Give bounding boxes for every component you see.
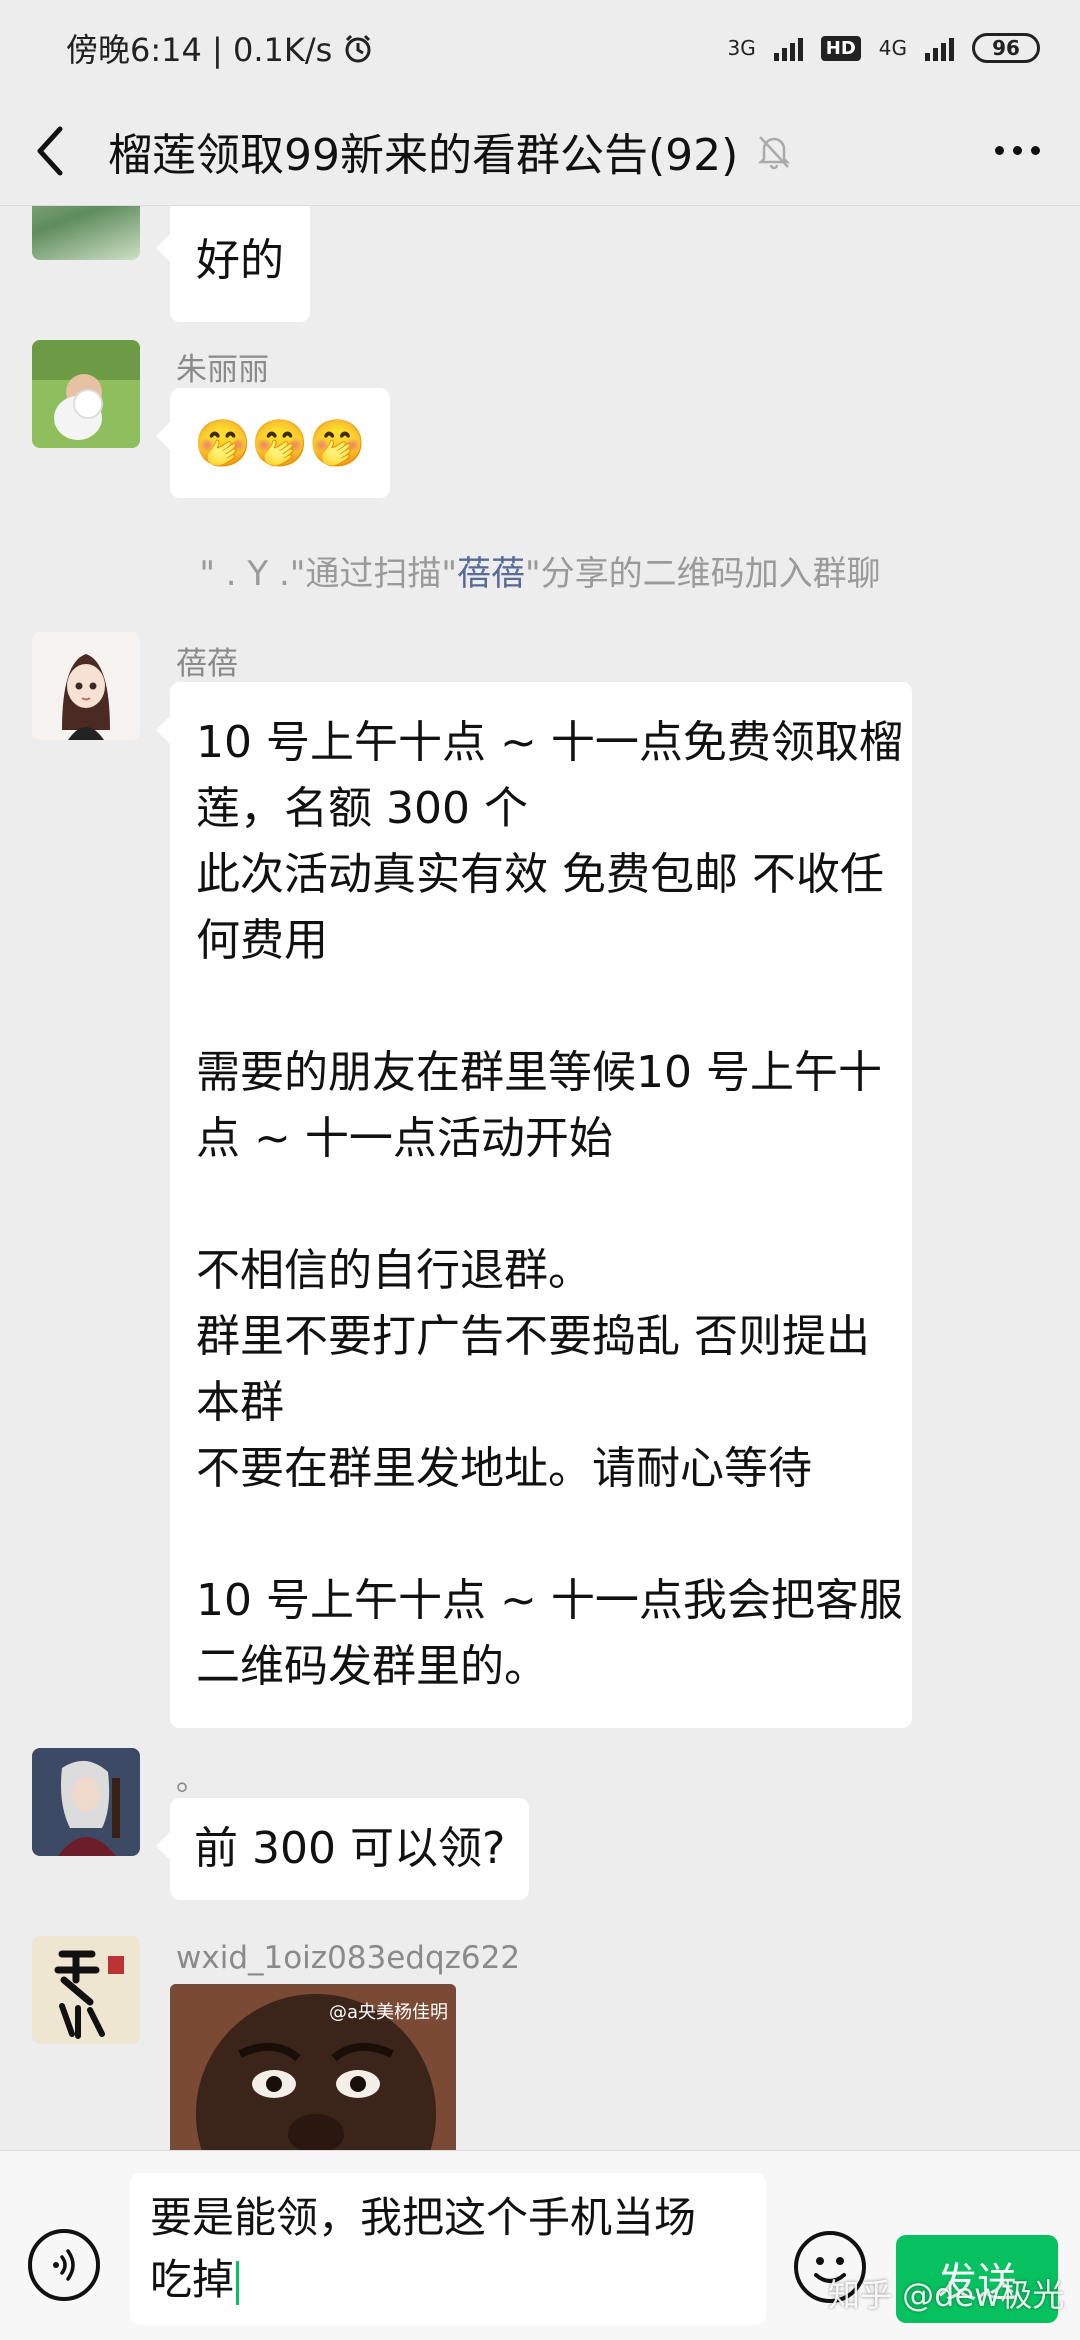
- message-line: 需要的朋友在群里等候10 号上午十: [196, 1047, 882, 1098]
- status-left: 傍晚6:14 | 0.1K/s: [66, 25, 374, 71]
- input-line-text: 吃掉: [150, 2255, 235, 2304]
- battery-level: 96: [992, 36, 1020, 60]
- status-right: 3G HD 4G 96: [728, 33, 1040, 63]
- sender-name: 朱丽丽: [176, 352, 269, 388]
- message-line: 二维码发群里的。: [196, 1641, 548, 1692]
- network-4g-label: 4G: [878, 36, 907, 60]
- message-bubble[interactable]: 10 号上午十点 ~ 十一点免费领取榴 莲，名额 300 个 此次活动真实有效 …: [156, 682, 912, 1728]
- avatar[interactable]: [32, 1748, 140, 1856]
- message-text: 🤭🤭🤭: [194, 416, 366, 470]
- avatar[interactable]: [32, 206, 140, 260]
- chat-title: 榴莲领取99新来的看群公告(92): [108, 129, 739, 181]
- battery-icon: 96: [972, 33, 1040, 63]
- chat-header: 榴莲领取99新来的看群公告(92): [0, 96, 1080, 206]
- back-icon[interactable]: [0, 96, 100, 206]
- message-line: 10 号上午十点 ~ 十一点我会把客服: [196, 1575, 903, 1626]
- sender-name: wxid_1oiz083edqz622: [176, 1940, 521, 1976]
- signal-icon: [773, 35, 803, 61]
- message-bubble[interactable]: 好的: [156, 206, 310, 322]
- watermark: 知乎 @dew极光: [828, 2276, 1065, 2314]
- message-line: 不相信的自行退群。: [196, 1245, 592, 1296]
- network-3g-label: 3G: [727, 36, 756, 60]
- message-line: 本群: [196, 1377, 284, 1428]
- chat-area[interactable]: 好的 朱丽丽 🤭🤭🤭 " . Y ."通过扫描"蓓蓓"分享的二维码加入群聊 蓓蓓…: [0, 206, 1080, 2150]
- mute-bell-icon: [758, 135, 791, 169]
- message-line: [196, 1172, 886, 1238]
- avatar[interactable]: [32, 340, 140, 448]
- system-link-name[interactable]: 蓓蓓: [457, 554, 525, 594]
- message-line: [196, 1502, 886, 1568]
- more-options-icon[interactable]: [995, 146, 1040, 155]
- image-message[interactable]: @a央美杨佳明: [170, 1984, 456, 2150]
- avatar[interactable]: [32, 632, 140, 740]
- message-line: 莲，名额 300 个: [196, 783, 528, 834]
- message-line: 点 ~ 十一点活动开始: [196, 1113, 613, 1164]
- system-message: " . Y ."通过扫描"蓓蓓"分享的二维码加入群聊: [0, 546, 1080, 595]
- hd-badge: HD: [820, 35, 861, 61]
- message-text: 前 300 可以领?: [194, 1823, 506, 1874]
- sender-name: 。: [176, 1762, 207, 1798]
- message-line: [196, 974, 886, 1040]
- system-text: "分享的二维码加入群聊: [525, 554, 881, 594]
- alarm-icon: [345, 34, 371, 63]
- message-line: 何费用: [196, 915, 328, 966]
- sender-name: 蓓蓓: [176, 646, 238, 682]
- signal-icon: [925, 35, 954, 61]
- voice-input-icon[interactable]: [28, 2229, 100, 2301]
- message-bubble[interactable]: 前 300 可以领?: [155, 1798, 530, 1900]
- message-line: 群里不要打广告不要捣乱 否则提出: [196, 1311, 870, 1362]
- input-line: 吃掉: [150, 2249, 746, 2311]
- message-input[interactable]: 要是能领，我把这个手机当场 吃掉: [130, 2173, 766, 2325]
- text-caret: [236, 2260, 240, 2305]
- input-line: 要是能领，我把这个手机当场: [150, 2193, 697, 2242]
- message-text: 好的: [196, 235, 284, 286]
- avatar[interactable]: [32, 1936, 140, 2044]
- message-line: 10 号上午十点 ~ 十一点免费领取榴: [196, 717, 903, 768]
- message-line: 此次活动真实有效 免费包邮 不收任: [196, 849, 884, 900]
- message-line: 不要在群里发地址。请耐心等待: [196, 1443, 812, 1494]
- status-bar: 傍晚6:14 | 0.1K/s 3G HD 4G 96: [0, 0, 1080, 96]
- message-bubble[interactable]: 🤭🤭🤭: [156, 388, 390, 498]
- status-time: 傍晚6:14 | 0.1K/s: [66, 31, 333, 69]
- image-watermark: @a央美杨佳明: [328, 2002, 448, 2023]
- system-text: " . Y ."通过扫描": [199, 554, 458, 594]
